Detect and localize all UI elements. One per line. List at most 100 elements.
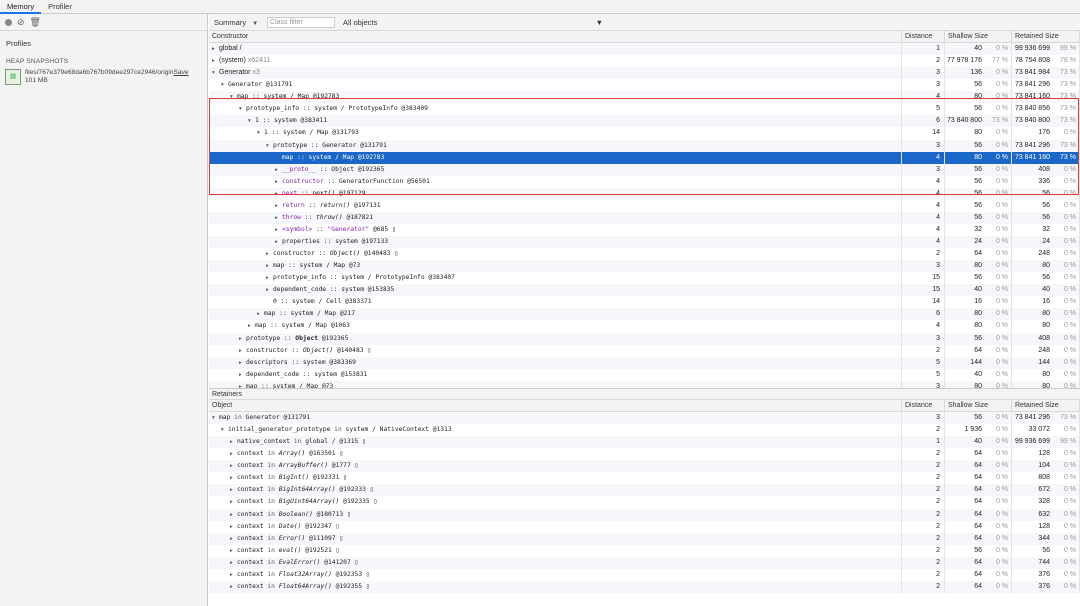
collapsed-triangle-icon[interactable]: ▸ xyxy=(230,533,237,545)
table-row[interactable]: ▸ map :: system / Map @73 3 80 0 % 80 0 % xyxy=(209,260,1080,273)
table-row[interactable]: ▾ prototype :: Generator @131791 3 56 0 % 73 … xyxy=(209,139,1080,152)
snapshot-item[interactable]: ▦ files/767e379e68da6b767b09dee297ce2946… xyxy=(5,67,207,87)
collapsed-triangle-icon[interactable]: ▸ xyxy=(230,581,237,593)
collapsed-triangle-icon[interactable]: ▸ xyxy=(275,212,282,224)
retainer-row[interactable]: ▸ context in BigInt64Array() @192333 ▯ 2 64… xyxy=(209,484,1080,497)
table-row[interactable]: ▸ __proto__ :: Object @192365 3 56 0 % 408 0 % xyxy=(209,163,1080,176)
expanded-triangle-icon[interactable]: ▾ xyxy=(239,103,246,115)
collapsed-triangle-icon[interactable]: ▸ xyxy=(266,260,273,272)
objects-select[interactable]: All objects ▼ xyxy=(343,18,603,27)
collapsed-triangle-icon[interactable]: ▸ xyxy=(230,496,237,508)
col-object[interactable]: Object xyxy=(209,400,902,411)
col-retained-size[interactable]: Retained Size xyxy=(1012,31,1080,42)
collapsed-triangle-icon[interactable]: ▸ xyxy=(230,557,237,569)
retainer-row[interactable]: ▸ context in BigInt() @192331 ▯ 2 64 0 % 808 0… xyxy=(209,472,1080,485)
retainer-row[interactable]: ▸ context in Array() @163501 ▯ 2 64 0 % 128 0 … xyxy=(209,448,1080,461)
col-shallow-size[interactable]: Shallow Size xyxy=(945,31,1012,42)
table-row[interactable]: 0 :: system / Cell @383371 14 16 0 % 16 0 % xyxy=(209,296,1080,309)
collapsed-triangle-icon[interactable]: ▸ xyxy=(275,200,282,212)
collapsed-triangle-icon[interactable]: ▸ xyxy=(239,357,246,369)
retainer-row[interactable]: ▾ map in Generator @131791 3 56 0 % 73 841 29… xyxy=(209,412,1080,425)
collapsed-triangle-icon[interactable]: ▸ xyxy=(275,176,282,188)
table-row[interactable]: ▸ next :: next() @197129 4 56 0 % 56 0 % xyxy=(209,187,1080,200)
collapsed-triangle-icon[interactable]: ▸ xyxy=(212,55,219,67)
collapsed-triangle-icon[interactable]: ▸ xyxy=(230,484,237,496)
collapsed-triangle-icon[interactable]: ▸ xyxy=(239,333,246,345)
class-filter-input[interactable]: Class filter xyxy=(267,16,336,28)
col-distance[interactable]: Distance xyxy=(902,400,945,411)
table-row[interactable]: ▸ (system) x62411 2 77 978 176 77 % 78 754 80… xyxy=(209,55,1080,68)
retainer-row[interactable]: ▸ context in ArrayBuffer() @1777 ▯ 2 64 0 % 1… xyxy=(209,460,1080,473)
collapsed-triangle-icon[interactable]: ▸ xyxy=(230,521,237,533)
retainer-row[interactable]: ▸ context in EvalError() @141207 ▯ 2 64 0 % 7… xyxy=(209,556,1080,569)
record-icon[interactable] xyxy=(5,18,12,26)
retainer-row[interactable]: ▸ context in Float32Array() @192353 ▯ 2 64 0… xyxy=(209,568,1080,581)
collapsed-triangle-icon[interactable]: ▸ xyxy=(239,369,246,381)
table-row[interactable]: ▾ 1 :: system @383411 6 73 840 800 73 % 73 84… xyxy=(209,115,1080,128)
collapsed-triangle-icon[interactable]: ▸ xyxy=(230,472,237,484)
table-row[interactable]: ▸ dependent_code :: system @153835 15 40 0 %… xyxy=(209,284,1080,297)
col-constructor[interactable]: Constructor xyxy=(209,31,902,42)
table-row[interactable]: map :: system / Map @192783 4 80 0 % 73 841 … xyxy=(209,151,1080,164)
table-row[interactable]: ▸ map :: system / Map @73 3 80 0 % 80 0 % xyxy=(209,380,1080,388)
expanded-triangle-icon[interactable]: ▾ xyxy=(212,412,219,424)
table-row[interactable]: ▸ prototype_info :: system / PrototypeInf… xyxy=(209,272,1080,285)
retainer-row[interactable]: ▸ context in Error() @111097 ▯ 2 64 0 % 344 0 … xyxy=(209,532,1080,545)
table-row[interactable]: ▸ map :: system / Map @217 6 80 0 % 80 0 % xyxy=(209,308,1080,321)
collapsed-triangle-icon[interactable]: ▸ xyxy=(230,436,237,448)
table-row[interactable]: ▸ constructor :: GeneratorFunction @56501… xyxy=(209,175,1080,188)
table-row[interactable]: ▸ map :: system / Map @1063 4 80 0 % 80 0 % xyxy=(209,320,1080,333)
collapsed-triangle-icon[interactable]: ▸ xyxy=(275,188,282,200)
collapsed-triangle-icon[interactable]: ▸ xyxy=(257,308,264,320)
table-row[interactable]: ▸ constructor :: Object() @140483 ▯ 2 64 0 %… xyxy=(209,248,1080,261)
expanded-triangle-icon[interactable]: ▾ xyxy=(212,67,219,79)
collapsed-triangle-icon[interactable]: ▸ xyxy=(230,569,237,581)
table-row[interactable]: ▸ descriptors :: system @383369 5 144 0 % 144… xyxy=(209,356,1080,369)
table-row[interactable]: ▸ constructor :: Object() @140483 ▯ 2 64 0 %… xyxy=(209,344,1080,357)
expanded-triangle-icon[interactable]: ▾ xyxy=(266,140,273,152)
col-retained-size[interactable]: Retained Size xyxy=(1012,400,1080,411)
clear-icon[interactable]: ⊘ xyxy=(17,17,25,27)
retainer-row[interactable]: ▾ initial_generator_prototype in system /… xyxy=(209,424,1080,437)
expanded-triangle-icon[interactable]: ▾ xyxy=(257,127,264,139)
retainer-row[interactable]: ▸ context in BigUint64Array() @192335 ▯ 2 6… xyxy=(209,496,1080,509)
table-row[interactable]: ▾ map :: system / Map @192783 4 80 0 % 73 841… xyxy=(209,91,1080,104)
col-distance[interactable]: Distance xyxy=(902,31,945,42)
collapsed-triangle-icon[interactable]: ▸ xyxy=(230,509,237,521)
tab-memory[interactable]: Memory xyxy=(0,0,42,14)
table-row[interactable]: ▸ dependent_code :: system @153831 5 40 0 % 8… xyxy=(209,368,1080,381)
retainer-row[interactable]: ▸ context in eval() @192521 ▯ 2 56 0 % 56 0 % xyxy=(209,544,1080,557)
collapsed-triangle-icon[interactable]: ▸ xyxy=(230,460,237,472)
collapsed-triangle-icon[interactable]: ▸ xyxy=(248,320,255,332)
collapsed-triangle-icon[interactable]: ▸ xyxy=(239,381,246,388)
table-row[interactable]: ▾ Generator @131791 3 56 0 % 73 841 296 73 % xyxy=(209,79,1080,92)
collapsed-triangle-icon[interactable]: ▸ xyxy=(230,545,237,557)
collapsed-triangle-icon[interactable]: ▸ xyxy=(266,248,273,260)
table-row[interactable]: ▾ Generator x3 3 136 0 % 73 841 984 73 % xyxy=(209,67,1080,80)
collapsed-triangle-icon[interactable]: ▸ xyxy=(275,224,282,236)
retainer-row[interactable]: ▸ native_context in global / @1315 ▯ 1 40 0 … xyxy=(209,436,1080,449)
table-row[interactable]: ▸ return :: return() @197131 4 56 0 % 56 0 % xyxy=(209,199,1080,212)
table-row[interactable]: ▸ global /1 40 0 % 99 936 699 99 % xyxy=(209,43,1080,56)
collapsed-triangle-icon[interactable]: ▸ xyxy=(230,448,237,460)
snapshot-save-link[interactable]: Save xyxy=(174,69,189,76)
table-row[interactable]: ▸ prototype :: Object @192365 3 56 0 % 408 0 % xyxy=(209,332,1080,345)
collapsed-triangle-icon[interactable]: ▸ xyxy=(239,345,246,357)
expanded-triangle-icon[interactable]: ▾ xyxy=(221,424,228,436)
expanded-triangle-icon[interactable]: ▾ xyxy=(230,91,237,103)
table-row[interactable]: ▾ prototype_info :: system / PrototypeInf… xyxy=(209,103,1080,116)
collapsed-triangle-icon[interactable]: ▸ xyxy=(266,284,273,296)
retainer-row[interactable]: ▸ context in Date() @192347 ▯ 2 64 0 % 128 0 % xyxy=(209,520,1080,533)
table-row[interactable]: ▾ 1 :: system / Map @131793 14 80 0 % 176 0 % xyxy=(209,127,1080,140)
collapsed-triangle-icon[interactable]: ▸ xyxy=(275,164,282,176)
retainer-row[interactable]: ▸ context in Boolean() @180713 ▯ 2 64 0 % 632… xyxy=(209,508,1080,521)
collapsed-triangle-icon[interactable]: ▸ xyxy=(275,236,282,248)
retainer-row[interactable]: ▸ context in Float64Array() @192355 ▯ 2 64 0… xyxy=(209,580,1080,593)
collapsed-triangle-icon[interactable]: ▸ xyxy=(266,272,273,284)
view-select[interactable]: Summary ▼ xyxy=(209,18,263,27)
trash-icon[interactable]: 🗑 xyxy=(30,17,41,27)
expanded-triangle-icon[interactable]: ▾ xyxy=(248,115,255,127)
table-row[interactable]: ▸ properties :: system @197133 4 24 0 % 24 0 % xyxy=(209,236,1080,249)
col-shallow-size[interactable]: Shallow Size xyxy=(945,400,1012,411)
expanded-triangle-icon[interactable]: ▾ xyxy=(221,79,228,91)
